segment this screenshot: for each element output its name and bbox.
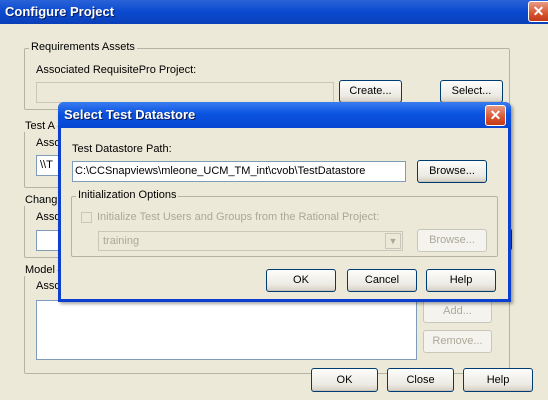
change-label: Asso bbox=[36, 211, 61, 223]
init-users-checkbox[interactable] bbox=[81, 212, 92, 223]
dialog-ok-button[interactable]: OK bbox=[266, 269, 336, 292]
path-browse-button[interactable]: Browse... bbox=[417, 160, 487, 183]
test-assets-value: \\T bbox=[40, 159, 53, 171]
change-legend: Chang bbox=[23, 194, 60, 206]
dialog-help-button[interactable]: Help bbox=[426, 269, 496, 292]
chevron-down-icon[interactable]: ▼ bbox=[385, 233, 401, 249]
models-legend: Model bbox=[23, 264, 57, 276]
test-assets-label: Asso bbox=[36, 137, 61, 149]
path-input[interactable]: C:\CCSnapviews\mleone_UCM_TM_int\cvob\Te… bbox=[72, 161, 406, 182]
path-value: C:\CCSnapviews\mleone_UCM_TM_int\cvob\Te… bbox=[75, 165, 366, 177]
window-titlebar: Configure Project ✕ bbox=[0, 0, 548, 24]
init-options-legend: Initialization Options bbox=[76, 189, 179, 201]
reqpro-project-label: Associated RequisitePro Project: bbox=[36, 64, 197, 76]
project-select-value: training bbox=[103, 235, 140, 247]
create-button[interactable]: Create... bbox=[339, 80, 402, 103]
models-list[interactable] bbox=[36, 300, 417, 360]
close-button[interactable]: Close bbox=[387, 368, 454, 392]
dialog-close-icon[interactable]: ✕ bbox=[485, 105, 506, 126]
select-button[interactable]: Select... bbox=[440, 80, 503, 103]
project-select[interactable]: training ▼ bbox=[98, 231, 403, 251]
dialog-titlebar: Select Test Datastore ✕ bbox=[58, 102, 511, 128]
dialog-cancel-button[interactable]: Cancel bbox=[347, 269, 417, 292]
init-users-label: Initialize Test Users and Groups from th… bbox=[97, 211, 380, 223]
models-label: Asso bbox=[36, 280, 61, 292]
dialog-body: Test Datastore Path: C:\CCSnapviews\mleo… bbox=[61, 128, 508, 299]
window-close-icon[interactable]: ✕ bbox=[528, 1, 548, 22]
ok-button[interactable]: OK bbox=[311, 368, 378, 392]
requirements-legend: Requirements Assets bbox=[29, 41, 137, 53]
add-model-button[interactable]: Add... bbox=[423, 300, 492, 323]
select-test-datastore-dialog: Select Test Datastore ✕ Test Datastore P… bbox=[58, 102, 511, 302]
dialog-title: Select Test Datastore bbox=[64, 107, 196, 122]
remove-model-button[interactable]: Remove... bbox=[423, 330, 492, 353]
path-label: Test Datastore Path: bbox=[72, 143, 172, 155]
reqpro-project-field[interactable] bbox=[36, 82, 334, 103]
init-browse-button[interactable]: Browse... bbox=[417, 229, 487, 252]
help-button[interactable]: Help bbox=[463, 368, 533, 392]
window-title: Configure Project bbox=[5, 4, 115, 19]
test-assets-legend: Test A bbox=[23, 120, 57, 132]
